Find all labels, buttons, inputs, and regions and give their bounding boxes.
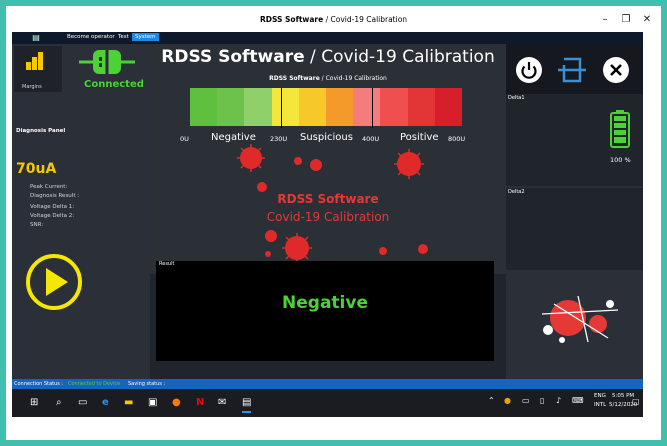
- left-panel: Margins Connected Diagnosis Panel 70uA P…: [12, 44, 150, 389]
- search-icon[interactable]: ⌕: [56, 397, 62, 408]
- clock-time[interactable]: 5:05 PM: [612, 393, 634, 399]
- app-content: ▤ Become operator Test System Margins Co…: [12, 32, 643, 389]
- diagnosis-panel-header: Diagnosis Panel: [16, 128, 66, 134]
- language-top[interactable]: ENG: [594, 393, 606, 399]
- result-panel: Result Negative: [156, 261, 494, 361]
- current-reading: 70uA: [16, 161, 57, 177]
- store-icon[interactable]: ▣: [148, 397, 157, 408]
- delta2-label: Delta2: [508, 189, 525, 195]
- tray-chevron-icon[interactable]: ⌃: [488, 396, 495, 405]
- taskbar: ⊞ ⌕ ▭ e ▬ ▣ ● N ✉ ▤ ⌃ ● ▭ ▯ ♪ ⌨ ENG INTL…: [12, 389, 643, 417]
- right-panel: Delta1 100 % Delta2: [506, 44, 643, 389]
- delta1-panel: Delta1 100 %: [506, 94, 643, 186]
- connected-status: Connected: [84, 79, 144, 90]
- delta1-label: Delta1: [508, 95, 525, 101]
- language-bottom[interactable]: INTL: [594, 402, 606, 408]
- connection-status-label: Connection Status :: [14, 381, 64, 387]
- connection-tile: Connected: [66, 46, 148, 92]
- snr-label: SNR:: [30, 222, 44, 228]
- volume-icon[interactable]: ♪: [556, 396, 561, 405]
- voltage-delta1-label: Voltage Delta 1:: [30, 204, 75, 210]
- delta2-panel: Delta2: [506, 188, 643, 270]
- close-window-button[interactable]: ✕: [638, 14, 656, 25]
- netflix-icon[interactable]: N: [196, 397, 204, 408]
- margins-label: Margins: [22, 84, 42, 90]
- window-title: RDSS Software / Covid-19 Calibration: [259, 15, 408, 24]
- plug-icon: [79, 50, 135, 74]
- menu-bar: ▤ Become operator Test System: [12, 32, 643, 44]
- keyboard-icon[interactable]: ⌨: [572, 396, 584, 405]
- menu-system[interactable]: System: [132, 33, 159, 41]
- firefox-icon[interactable]: ●: [172, 397, 181, 408]
- margins-tile[interactable]: Margins: [14, 46, 62, 92]
- minimize-button[interactable]: –: [596, 14, 614, 25]
- peak-current-label: Peak Current:: [30, 184, 68, 190]
- windows-start-icon[interactable]: ⊞: [30, 397, 38, 408]
- rdss-app-taskbar-icon[interactable]: ▤: [242, 397, 252, 413]
- brand-subtext: Covid-19 Calibration: [266, 210, 390, 224]
- app-menu-icon[interactable]: ▤: [24, 33, 48, 43]
- power-icon[interactable]: [516, 57, 542, 83]
- virus-cluster-icon: [541, 295, 619, 343]
- battery-tray-icon[interactable]: ▯: [540, 396, 544, 405]
- menu-test[interactable]: Test: [118, 34, 129, 40]
- edge-icon[interactable]: e: [102, 397, 109, 408]
- voltage-delta2-label: Voltage Delta 2:: [30, 213, 75, 219]
- toolbar-icons: [506, 44, 643, 94]
- status-bar: Connection Status : Connected to Device …: [12, 379, 643, 389]
- play-icon: [26, 254, 82, 310]
- battery-percentage: 100 %: [610, 156, 631, 164]
- close-app-icon[interactable]: [603, 57, 629, 83]
- result-header: Result: [159, 261, 175, 267]
- brand-text: RDSS Software: [277, 192, 379, 206]
- start-test-button[interactable]: [14, 254, 98, 310]
- notification-icon[interactable]: ▢: [632, 397, 640, 406]
- network-icon[interactable]: ▭: [522, 396, 530, 405]
- maximize-button[interactable]: ❐: [617, 14, 635, 25]
- menu-become-operator[interactable]: Become operator: [67, 34, 115, 40]
- virus-illustration: [237, 144, 428, 263]
- task-view-icon[interactable]: ▭: [78, 397, 87, 408]
- diagnosis-result-label: Diagnosis Result :: [30, 193, 80, 199]
- tray-app-icon[interactable]: ●: [504, 396, 511, 405]
- mail-icon[interactable]: ✉: [218, 397, 226, 408]
- connection-status-value: Connected to Device: [68, 381, 121, 387]
- battery-icon: [610, 110, 630, 148]
- refresh-icon[interactable]: [558, 55, 586, 85]
- result-value: Negative: [282, 293, 368, 313]
- calibration-panel: RDSS Software / Covid-19 Calibration RDS…: [150, 44, 506, 274]
- file-explorer-icon[interactable]: ▬: [124, 397, 133, 408]
- saving-status-label: Saving status :: [128, 381, 166, 387]
